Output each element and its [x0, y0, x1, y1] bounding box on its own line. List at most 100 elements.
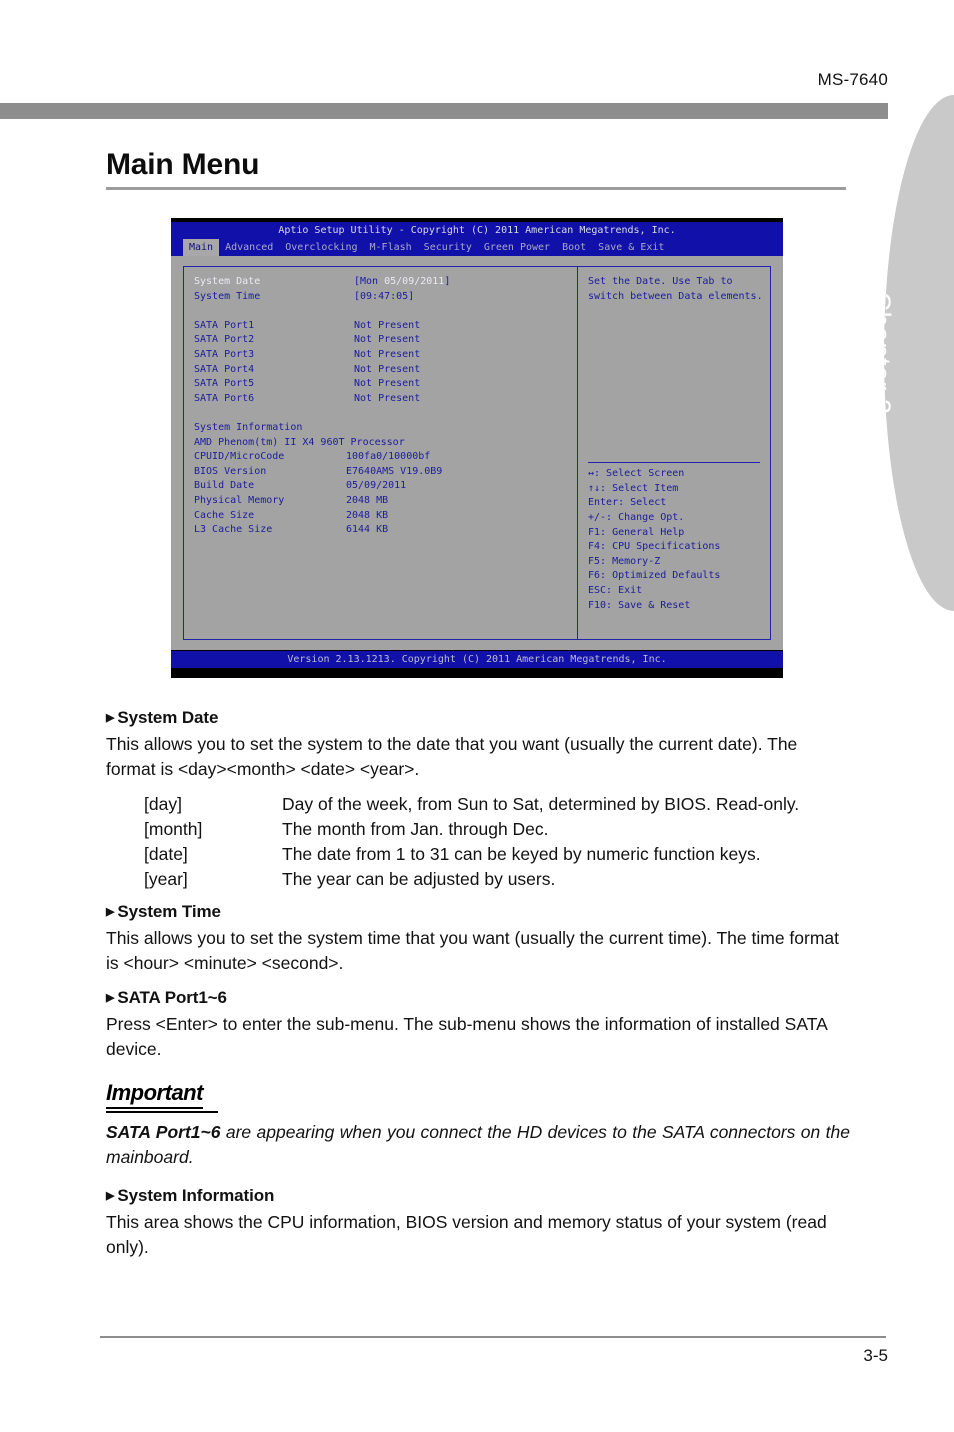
bios-tab-m-flash[interactable]: M-Flash	[364, 239, 418, 256]
bios-key-esc-exit: ESC: Exit	[588, 584, 643, 596]
heading-sata-port-label: SATA Port1~6	[117, 988, 227, 1007]
bios-value-sata-port2: Not Present	[354, 334, 421, 346]
bios-key-optimized-defaults: F6: Optimized Defaults	[588, 570, 721, 582]
bios-tab-green-power[interactable]: Green Power	[478, 239, 556, 256]
bios-help-line-2: switch between Data elements.	[588, 290, 763, 302]
bios-screenshot: Aptio Setup Utility - Copyright (C) 2011…	[171, 218, 783, 678]
paragraph-system-time: This allows you to set the system time t…	[106, 928, 840, 973]
bios-row-system-time[interactable]: System Time [09:47:05]	[194, 290, 568, 305]
bios-label-sata-port6: SATA Port6	[194, 392, 255, 404]
bios-value-cpuid-microcode: 100fa0/10000bf	[346, 451, 431, 463]
bios-row-cpuid-microcode: CPUID/MicroCode 100fa0/10000bf	[194, 450, 568, 465]
bios-key-general-help: F1: General Help	[588, 526, 685, 538]
bios-value-sata-port1: Not Present	[354, 319, 421, 331]
definition-term-day: [day]	[144, 794, 182, 814]
bios-value-system-date-prefix: [Mon	[354, 276, 385, 287]
important-emphasis: SATA Port1~6	[106, 1122, 221, 1142]
bios-help-line-1: Set the Date. Use Tab to	[588, 276, 733, 287]
bios-row-system-date[interactable]: System Date [Mon 05/09/2011]	[194, 275, 568, 290]
bios-tab-main[interactable]: Main	[183, 239, 220, 256]
bios-label-cpuid-microcode: CPUID/MicroCode	[194, 451, 285, 463]
heading-system-information-label: System Information	[117, 1186, 275, 1205]
heading-sata-port: ▶ SATA Port1~6	[106, 988, 850, 1008]
paragraph-sata-port: Press <Enter> to enter the sub-menu. The…	[106, 1014, 827, 1059]
bios-key-select-screen: ↔: Select Screen	[588, 468, 685, 480]
bios-row-bios-version: BIOS Version E7640AMS V19.0B9	[194, 465, 568, 480]
triangle-right-icon: ▶	[106, 992, 115, 1004]
important-callout: Important SATA Port1~6 are appearing whe…	[106, 1080, 850, 1170]
table-row: [month] The month from Jan. through Dec.	[106, 817, 850, 842]
bios-key-enter-select: Enter: Select	[588, 497, 667, 509]
bios-key-save-reset: F10: Save & Reset	[588, 599, 691, 611]
bios-row-sata-port2[interactable]: SATA Port2 Not Present	[194, 333, 568, 348]
bios-help-separator	[588, 462, 760, 464]
definition-term-date: [date]	[144, 844, 188, 864]
bios-heading-system-information: System Information	[194, 421, 303, 433]
bios-key-change-opt: +/-: Change Opt.	[588, 511, 685, 523]
table-row: [year] The year can be adjusted by users…	[106, 867, 850, 892]
table-row: [day] Day of the week, from Sun to Sat, …	[106, 792, 850, 817]
bios-settings-pane: System Date [Mon 05/09/2011] System Time […	[183, 266, 578, 640]
footer-page-number: 3-5	[863, 1346, 888, 1365]
bios-value-system-date[interactable]: 05/09/2011	[384, 276, 444, 287]
header-gray-band	[0, 103, 888, 119]
definition-desc-date: The date from 1 to 31 can be keyed by nu…	[282, 844, 761, 864]
chapter-tab-label: Chapter 3	[884, 291, 896, 414]
definition-desc-month: The month from Jan. through Dec.	[282, 819, 549, 839]
triangle-right-icon: ▶	[106, 1190, 115, 1202]
bios-label-physical-memory: Physical Memory	[194, 494, 285, 506]
bios-value-system-time[interactable]: [09:47:05]	[354, 291, 414, 302]
bios-value-physical-memory: 2048 MB	[346, 494, 389, 506]
bios-key-legend: ↔: Select Screen ↑↓: Select Item Enter: …	[588, 462, 760, 613]
bios-row-sata-port4[interactable]: SATA Port4 Not Present	[194, 363, 568, 378]
bios-row-sata-port1[interactable]: SATA Port1 Not Present	[194, 319, 568, 334]
page-title: Main Menu	[106, 148, 260, 181]
bios-value-sata-port5: Not Present	[354, 378, 421, 390]
important-heading: Important	[106, 1080, 203, 1109]
definition-term-month: [month]	[144, 819, 203, 839]
bios-row-sata-port6[interactable]: SATA Port6 Not Present	[194, 392, 568, 407]
bios-value-sata-port6: Not Present	[354, 392, 421, 404]
triangle-right-icon: ▶	[106, 712, 115, 724]
bios-help-pane: Set the Date. Use Tab to switch between …	[577, 266, 771, 640]
bios-label-sata-port4: SATA Port4	[194, 363, 255, 375]
bios-row-sata-port3[interactable]: SATA Port3 Not Present	[194, 348, 568, 363]
bios-spacer	[194, 406, 568, 421]
bios-row-cache-size: Cache Size 2048 KB	[194, 509, 568, 524]
bios-label-sata-port3: SATA Port3	[194, 348, 255, 360]
bios-spacer	[194, 304, 568, 319]
bios-value-sata-port3: Not Present	[354, 348, 421, 360]
paragraph-important: SATA Port1~6 are appearing when you conn…	[106, 1120, 850, 1170]
important-underline	[106, 1111, 218, 1113]
heading-system-information: ▶ System Information	[106, 1186, 850, 1206]
definition-desc-day: Day of the week, from Sun to Sat, determ…	[282, 794, 800, 814]
bios-tab-security[interactable]: Security	[418, 239, 478, 256]
title-rule	[106, 187, 846, 190]
bios-tab-save-exit[interactable]: Save & Exit	[592, 239, 670, 256]
document-model-code: MS-7640	[817, 70, 888, 89]
bios-label-system-time: System Time	[194, 290, 261, 302]
bios-row-l3-cache-size: L3 Cache Size 6144 KB	[194, 523, 568, 538]
bios-value-cpu-name: AMD Phenom(tm) II X4 960T Processor	[194, 436, 405, 448]
table-row: [date] The date from 1 to 31 can be keye…	[106, 842, 850, 867]
system-date-definition-table: [day] Day of the week, from Sun to Sat, …	[106, 792, 850, 892]
bios-label-system-date: System Date	[194, 276, 261, 287]
definition-desc-year: The year can be adjusted by users.	[282, 869, 556, 889]
footer-rule	[100, 1336, 886, 1338]
heading-system-date-label: System Date	[117, 708, 219, 727]
bios-key-memory-z: F5: Memory-Z	[588, 555, 661, 567]
bios-label-bios-version: BIOS Version	[194, 465, 267, 477]
bios-menu-tabs[interactable]: Main Advanced Overclocking M-Flash Security G…	[171, 239, 783, 256]
bios-row-sata-port5[interactable]: SATA Port5 Not Present	[194, 377, 568, 392]
bios-row-physical-memory: Physical Memory 2048 MB	[194, 494, 568, 509]
bios-label-sata-port2: SATA Port2	[194, 334, 255, 346]
bios-tab-boot[interactable]: Boot	[556, 239, 592, 256]
bios-tab-overclocking[interactable]: Overclocking	[279, 239, 363, 256]
triangle-right-icon: ▶	[106, 906, 115, 918]
bios-value-system-date-suffix: ]	[444, 276, 451, 287]
bios-label-build-date: Build Date	[194, 480, 255, 492]
chapter-tab: Chapter 3	[884, 95, 954, 611]
bios-value-sata-port4: Not Present	[354, 363, 421, 375]
bios-tab-advanced[interactable]: Advanced	[219, 239, 279, 256]
bios-title-bar: Aptio Setup Utility - Copyright (C) 2011…	[171, 222, 783, 239]
